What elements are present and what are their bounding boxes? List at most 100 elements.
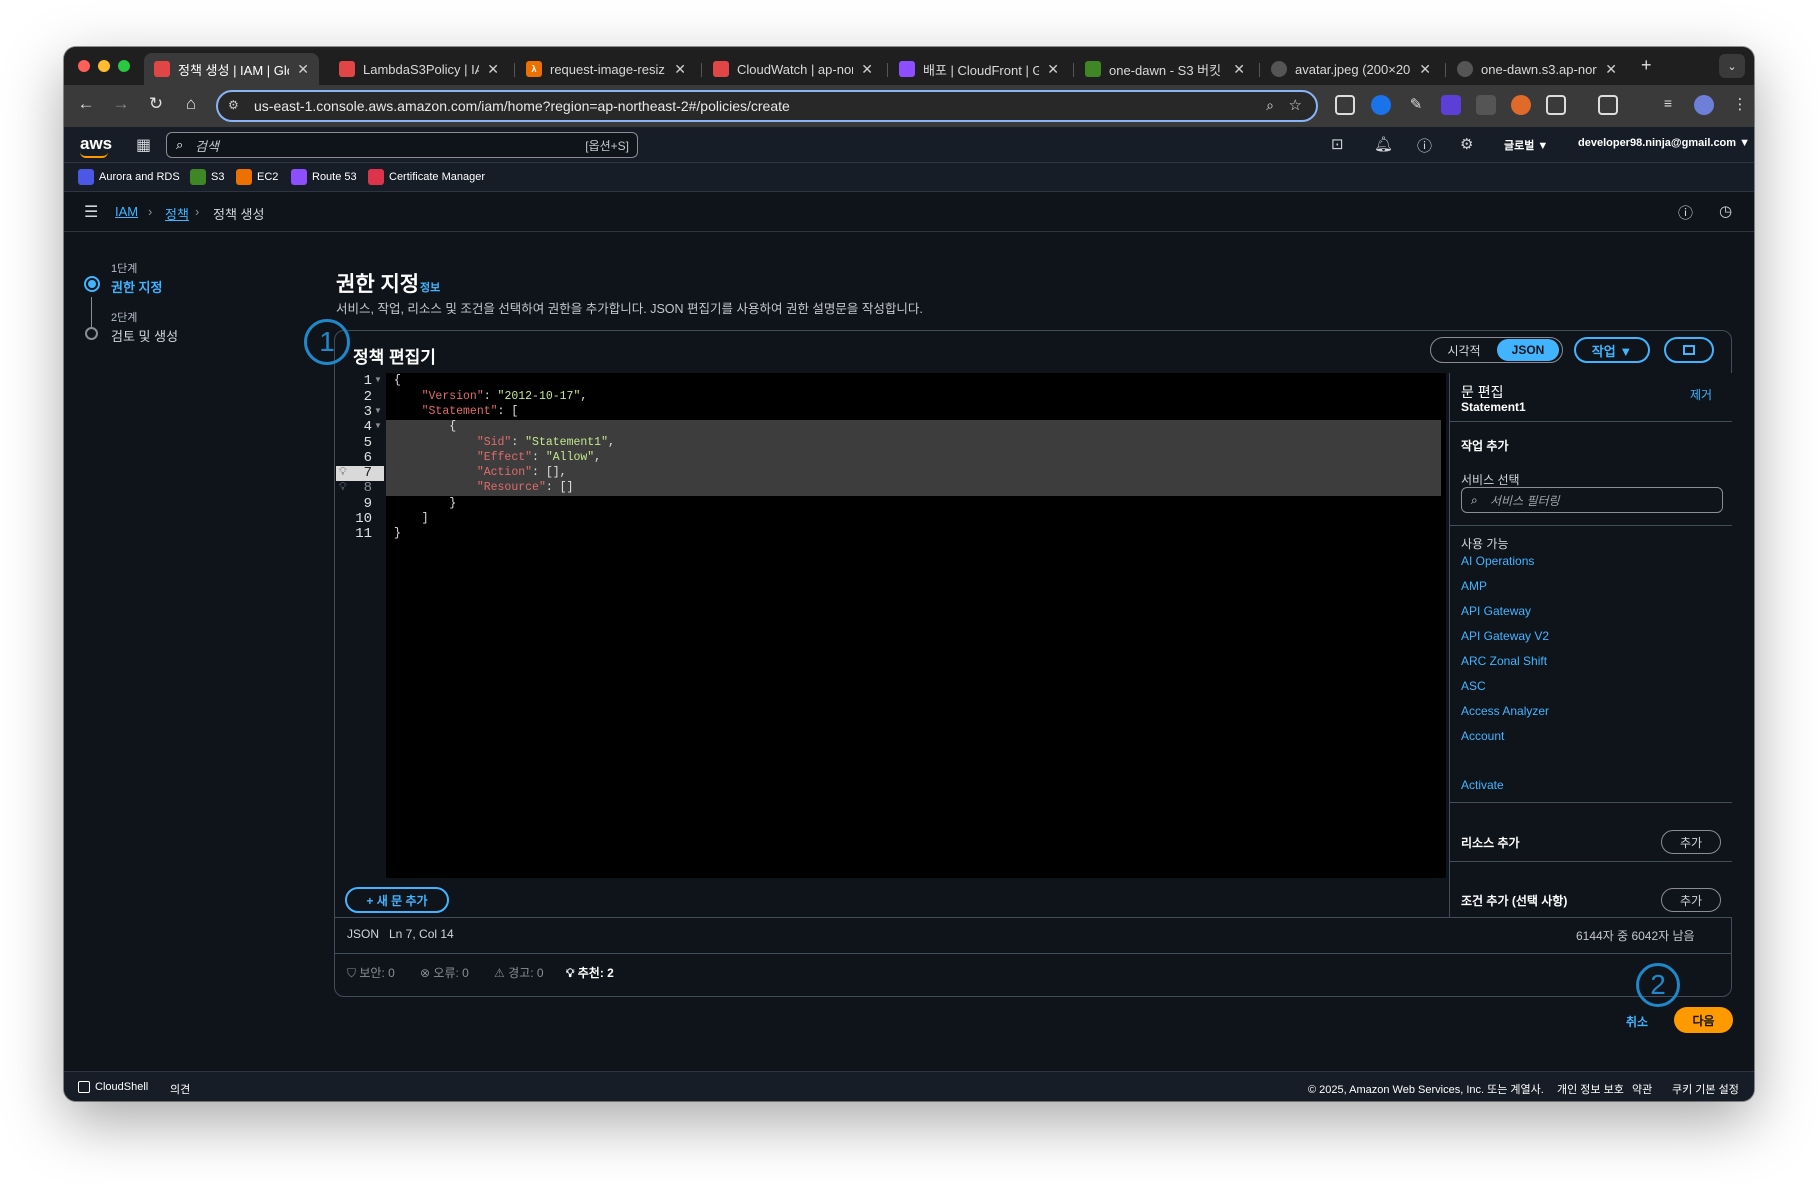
cancel-button[interactable]: 취소 [1626,1013,1648,1030]
services-grid-icon[interactable]: ▦ [136,135,151,155]
service-item[interactable]: ARC Zonal Shift [1461,654,1547,668]
fullscreen-icon [1683,345,1695,355]
browser-tab-cloudfront[interactable]: 배포 | CloudFront | Gl ✕ [889,53,1069,85]
extension-icon[interactable] [1511,95,1531,115]
breadcrumb-iam[interactable]: IAM [115,204,138,219]
fullscreen-button[interactable] [1664,337,1714,363]
media-icon[interactable]: ≡ [1658,95,1678,115]
pen-icon[interactable]: ✎ [1406,95,1426,115]
service-item[interactable]: AMP [1461,579,1487,593]
error-count[interactable]: ⊗ 오류: 0 [420,964,469,981]
password-manager-icon[interactable] [1371,95,1391,115]
favorite-s3[interactable]: S3 [190,169,224,185]
next-button[interactable]: 다음 [1674,1007,1733,1033]
add-new-statement-button[interactable]: + 새 문 추가 [345,887,449,913]
service-item[interactable]: API Gateway V2 [1461,629,1549,643]
new-tab-icon[interactable]: + [1641,55,1652,76]
close-tab-icon[interactable]: ✕ [1047,61,1059,78]
cookie-preferences-link[interactable]: 쿠키 기본 설정 [1672,1081,1739,1097]
service-filter-input[interactable]: ⌕ 서비스 필터링 [1461,487,1723,513]
favorite-route53[interactable]: Route 53 [291,169,357,185]
browser-tab-lambda[interactable]: λ request-image-resiz ✕ [516,53,696,85]
clock-icon[interactable]: ◷ [1719,202,1732,220]
favorite-aurora-rds[interactable]: Aurora and RDS [78,169,180,185]
close-tab-icon[interactable]: ✕ [297,61,309,78]
mode-visual-button[interactable]: 시각적 [1431,339,1497,361]
service-item[interactable]: Activate [1461,778,1504,792]
add-resource-button[interactable]: 추가 [1661,830,1721,854]
warning-count[interactable]: ⚠ 경고: 0 [494,964,544,981]
tab-bar: 정책 생성 | IAM | Globa ✕ LambdaS3Policy | I… [64,47,1754,85]
browser-tab-s3-bucket[interactable]: one-dawn - S3 버킷 | ✕ [1075,53,1255,85]
address-bar[interactable]: ⚙ us-east-1.console.aws.amazon.com/iam/h… [216,90,1318,122]
close-tab-icon[interactable]: ✕ [1233,61,1245,78]
aws-logo[interactable]: aws [80,134,112,154]
step-2-label: 검토 및 생성 [111,329,179,344]
browser-tab-avatar[interactable]: avatar.jpeg (200×20 ✕ [1261,53,1441,85]
extension-icon[interactable] [1476,95,1496,115]
info-circle-icon[interactable]: ⓘ [1678,202,1693,223]
feedback-link[interactable]: 의견 [170,1081,190,1097]
step-1-label[interactable]: 권한 지정 [111,277,162,296]
maximize-window-button[interactable] [118,60,130,72]
service-item[interactable]: AI Operations [1461,554,1534,568]
extension-icon[interactable] [1441,95,1461,115]
help-icon[interactable]: ⓘ [1417,135,1432,156]
home-icon[interactable]: ⌂ [179,94,203,114]
minimize-window-button[interactable] [98,60,110,72]
close-tab-icon[interactable]: ✕ [1419,61,1431,78]
info-link[interactable]: 정보 [420,279,440,295]
add-condition-button[interactable]: 추가 [1661,888,1721,912]
browser-tab-lambda-policy[interactable]: LambdaS3Policy | IAM ✕ [329,53,509,85]
region-selector[interactable]: 글로벌 ▼ [1504,137,1548,153]
settings-gear-icon[interactable]: ⚙ [1460,135,1473,153]
bookmark-star-icon[interactable]: ☆ [1289,96,1302,114]
close-tab-icon[interactable]: ✕ [1605,61,1617,78]
service-item[interactable]: Account [1461,729,1504,741]
reload-icon[interactable]: ↻ [144,94,168,114]
hamburger-menu-icon[interactable]: ☰ [84,202,98,222]
console-search-input[interactable]: ⌕ 검색 [옵션+S] [166,132,638,158]
suggestion-count[interactable]: 💡︎ 추천: 2 [566,964,614,981]
search-icon: ⌕ [1471,493,1478,507]
service-item[interactable]: Access Analyzer [1461,704,1549,718]
cloudshell-icon[interactable]: ⊡ [1331,135,1344,153]
notifications-bell-icon[interactable]: 🔔︎ [1374,135,1393,153]
zoom-icon[interactable]: ⌕ [1266,97,1274,114]
profile-avatar[interactable] [1694,95,1714,115]
breadcrumb-policies[interactable]: 정책 [165,204,189,223]
browser-tab-cloudwatch[interactable]: CloudWatch | ap-nor ✕ [703,53,883,85]
puzzle-icon[interactable] [1546,95,1566,115]
back-icon[interactable]: ← [74,94,98,114]
fold-arrow-icon[interactable]: ▼ [374,406,382,415]
close-tab-icon[interactable]: ✕ [487,61,499,78]
privacy-link[interactable]: 개인 정보 보호 [1557,1081,1624,1097]
remove-statement-link[interactable]: 제거 [1690,386,1712,403]
mode-json-button[interactable]: JSON [1497,339,1559,361]
actions-dropdown-button[interactable]: 작업 ▼ [1574,337,1650,363]
close-tab-icon[interactable]: ✕ [861,61,873,78]
browser-menu-icon[interactable]: ⋮ [1730,95,1750,115]
browser-tab-s3-object[interactable]: one-dawn.s3.ap-nort ✕ [1447,53,1627,85]
fold-arrow-icon[interactable]: ▼ [374,421,382,430]
forward-icon[interactable]: → [109,94,133,114]
account-menu[interactable]: developer98.ninja@gmail.com ▼ [1578,137,1750,149]
site-info-icon[interactable]: ⚙ [228,98,239,112]
json-code-editor[interactable]: 💡︎ 💡︎ 1 2 3 4 5 6 7 8 9 10 11 ▼ ▼ ▼ { "V… [336,373,1446,878]
service-item[interactable]: API Gateway [1461,604,1531,618]
terms-link[interactable]: 약관 [1632,1081,1652,1097]
browser-tab-iam-create[interactable]: 정책 생성 | IAM | Globa ✕ [144,53,319,85]
close-window-button[interactable] [78,60,90,72]
line-number: 9 [363,496,372,512]
fold-arrow-icon[interactable]: ▼ [374,375,382,384]
sidebar-icon[interactable] [1598,95,1618,115]
extension-icon[interactable] [1335,95,1355,115]
favorite-ec2[interactable]: EC2 [236,169,278,185]
close-tab-icon[interactable]: ✕ [674,61,686,78]
favorite-certificate-manager[interactable]: Certificate Manager [368,169,485,185]
security-count[interactable]: ⛉ 보안: 0 [347,964,395,981]
service-item[interactable]: ASC [1461,679,1486,693]
cloudshell-link[interactable]: CloudShell [78,1081,148,1093]
tab-search-icon[interactable]: ⌄ [1719,54,1745,78]
policy-editor-title: 정책 편집기 [353,348,436,367]
